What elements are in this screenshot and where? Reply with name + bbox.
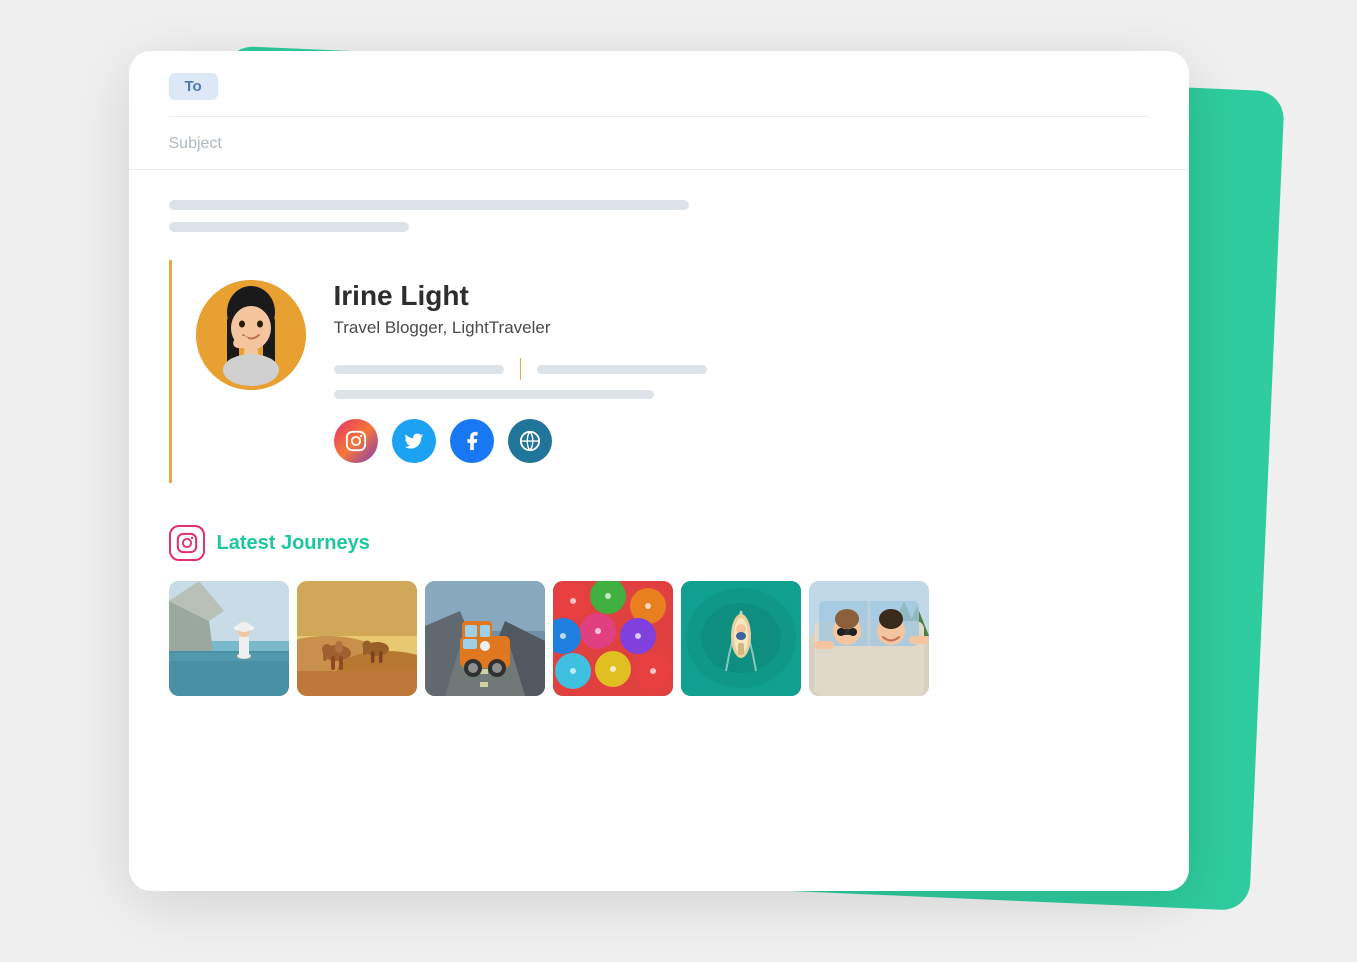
sig-meta-lines: [334, 358, 1149, 380]
photo-thumb-5[interactable]: [681, 581, 801, 696]
photo-image-1: [169, 581, 289, 696]
photo-image-6: [809, 581, 929, 696]
photo-image-4: [553, 581, 673, 696]
photo-thumb-1[interactable]: [169, 581, 289, 696]
avatar-image: [196, 280, 306, 390]
photo-thumb-6[interactable]: [809, 581, 929, 696]
text-line-2: [169, 222, 409, 232]
meta-line-right: [537, 365, 707, 374]
email-body: Irine Light Travel Blogger, LightTravele…: [129, 170, 1189, 483]
subject-placeholder: Subject: [169, 135, 222, 152]
signature-info: Irine Light Travel Blogger, LightTravele…: [334, 280, 1149, 463]
wordpress-icon[interactable]: [508, 419, 552, 463]
photo-grid: [169, 581, 1149, 696]
text-line-1: [169, 200, 689, 210]
sig-title: Travel Blogger, LightTraveler: [334, 318, 1149, 338]
facebook-icon[interactable]: [450, 419, 494, 463]
photo-thumb-4[interactable]: [553, 581, 673, 696]
photo-thumb-2[interactable]: [297, 581, 417, 696]
email-compose-card: To Subject: [129, 51, 1189, 891]
to-row: To: [169, 73, 1149, 117]
email-scene: To Subject: [129, 51, 1229, 911]
latest-journeys-section: Latest Journeys: [129, 515, 1189, 696]
photo-thumb-3[interactable]: [425, 581, 545, 696]
photo-image-3: [425, 581, 545, 696]
avatar: [196, 280, 306, 390]
social-icons: [334, 419, 1149, 463]
subject-row[interactable]: Subject: [169, 117, 1149, 169]
sig-name: Irine Light: [334, 280, 1149, 312]
body-text-placeholder: [169, 200, 1149, 232]
twitter-icon[interactable]: [392, 419, 436, 463]
lj-header: Latest Journeys: [169, 525, 1149, 561]
latest-journeys-instagram-icon: [169, 525, 205, 561]
photo-image-5: [681, 581, 801, 696]
meta-divider: [520, 358, 522, 380]
email-header: To Subject: [129, 51, 1189, 170]
meta-line-left: [334, 365, 504, 374]
instagram-icon[interactable]: [334, 419, 378, 463]
meta-line-full: [334, 390, 654, 399]
to-badge[interactable]: To: [169, 73, 218, 100]
photo-image-2: [297, 581, 417, 696]
lj-title: Latest Journeys: [217, 532, 370, 555]
email-signature: Irine Light Travel Blogger, LightTravele…: [169, 260, 1149, 483]
